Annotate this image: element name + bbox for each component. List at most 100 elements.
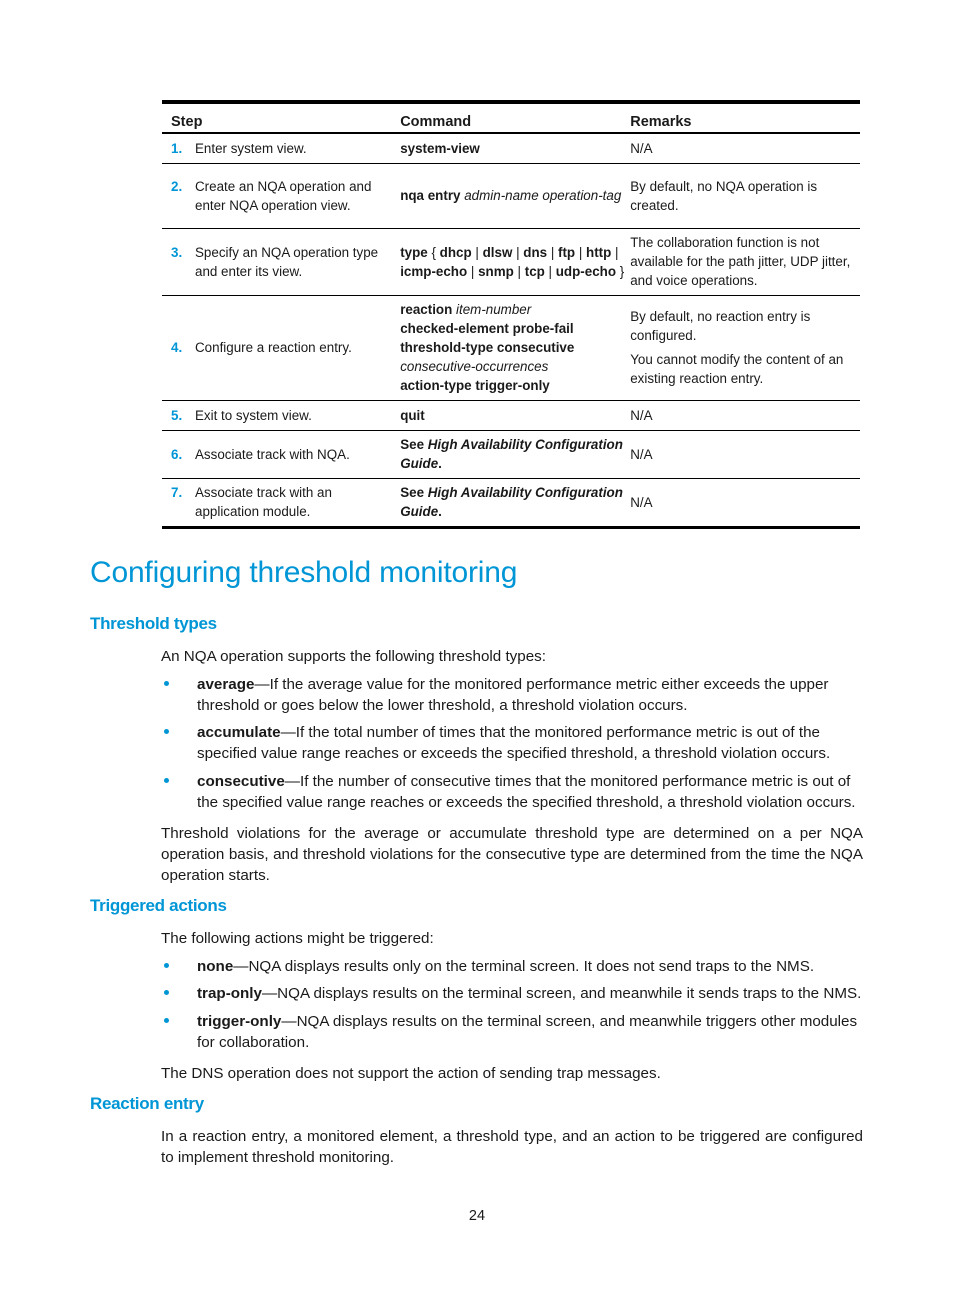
command-keyword: .: [438, 504, 442, 519]
step-cell: 7. Associate track with an application mo…: [162, 478, 400, 527]
step-description: Specify an NQA operation type and enter …: [195, 244, 379, 279]
step-description: Enter system view.: [195, 140, 307, 156]
term: accumulate: [197, 724, 281, 741]
command-cell: type { dhcp | dlsw | dns | ftp | http | …: [400, 228, 631, 296]
command-cell: See High Availability Configuration Guid…: [400, 478, 630, 527]
command-separator: |: [471, 244, 483, 260]
section-title: Configuring threshold monitoring: [90, 556, 518, 589]
step-cell: 5. Exit to system view.: [162, 400, 401, 431]
command-keyword: quit: [400, 407, 425, 423]
command-keyword: snmp: [478, 263, 514, 279]
table-row: 4. Configure a reaction entry. reaction it…: [162, 295, 860, 401]
remarks-cell: N/A: [630, 400, 860, 431]
bullet-icon: [161, 722, 197, 764]
threshold-types-note: Threshold violations for the average or …: [161, 825, 863, 884]
step-number: 5.: [171, 407, 183, 423]
command-keyword: system-view: [400, 140, 480, 156]
command-keyword: tcp: [524, 263, 545, 279]
table-row: 2. Create an NQA operation and enter NQA …: [162, 163, 860, 229]
reaction-entry-text: In a reaction entry, a monitored element…: [161, 1128, 863, 1166]
step-number: 4.: [171, 340, 183, 355]
command-keyword: action-type trigger-only: [400, 378, 550, 393]
config-steps-table: Step Command Remarks 1. Enter system view…: [162, 100, 860, 529]
command-separator: |: [513, 263, 525, 279]
table-body: 1. Enter system view. system-view N/A 2. Crea…: [162, 133, 860, 527]
command-keyword: .: [438, 456, 442, 471]
remark-text: By default, no reaction entry is configu…: [630, 309, 811, 343]
table-row: 5. Exit to system view. quit N/A: [162, 400, 860, 431]
bullet-icon: [161, 956, 197, 977]
command-separator: }: [616, 263, 625, 279]
step-description: Configure a reaction entry.: [195, 340, 352, 355]
triggered-actions-intro: The following actions might be triggered…: [161, 930, 434, 947]
remark-text: By default, no NQA operation is created.: [630, 178, 818, 213]
command-keyword: http: [586, 244, 612, 260]
command-keyword: High Availability Configuration Guide: [400, 485, 623, 519]
command-keyword: dhcp: [439, 244, 472, 260]
header-remarks: Remarks: [630, 102, 860, 134]
bullet-icon: [161, 674, 197, 716]
remark-text: The collaboration function is not availa…: [630, 235, 851, 288]
header-command: Command: [400, 102, 631, 134]
command-keyword: High Availability Configuration Guide: [400, 437, 623, 471]
remarks-cell: The collaboration function is not availa…: [630, 228, 860, 296]
command-cell: See High Availability Configuration Guid…: [400, 430, 631, 479]
list-item: none—NQA displays results only on the te…: [161, 956, 863, 977]
step-number: 2.: [171, 178, 183, 194]
term: trigger-only: [197, 1013, 282, 1030]
step-cell: 4. Configure a reaction entry.: [162, 295, 401, 401]
step-number: 6.: [171, 446, 183, 462]
list-item: consecutive—If the number of consecutive…: [161, 771, 863, 813]
term: trap-only: [197, 985, 262, 1002]
bullet-icon: [161, 983, 197, 1004]
remarks-cell: N/A: [630, 430, 860, 479]
command-cell: nqa entry admin-name operation-tag: [400, 163, 631, 229]
step-cell: 1. Enter system view.: [162, 133, 401, 164]
list-item: average—If the average value for the mon…: [161, 674, 863, 716]
command-separator: |: [611, 244, 619, 260]
command-separator: |: [512, 244, 524, 260]
threshold-types-intro: An NQA operation supports the following …: [161, 648, 546, 665]
command-separator: |: [575, 244, 587, 260]
list-item: trap-only—NQA displays results on the te…: [161, 983, 863, 1004]
description: —If the number of consecutive times that…: [197, 773, 856, 811]
command-keyword: ftp: [558, 244, 576, 260]
remark-text: N/A: [630, 446, 653, 462]
remarks-cell: By default, no reaction entry is configu…: [630, 295, 860, 401]
command-keyword: type: [400, 244, 428, 260]
term: none: [197, 958, 234, 975]
command-argument: consecutive-occurrences: [400, 359, 549, 374]
term: average: [197, 676, 255, 693]
command-keyword: dlsw: [482, 244, 513, 260]
command-keyword: See: [400, 437, 428, 452]
description: —NQA displays results on the terminal sc…: [197, 1013, 858, 1051]
command-keyword: See: [400, 485, 428, 500]
page-number: 24: [468, 1208, 486, 1224]
table-row: 6. Associate track with NQA. See High Avai…: [162, 430, 860, 479]
description: —If the total number of times that the m…: [197, 724, 831, 762]
command-separator: {: [427, 244, 440, 260]
remarks-cell: By default, no NQA operation is created.: [630, 163, 860, 229]
list-item: trigger-only—NQA displays results on the…: [161, 1011, 863, 1053]
remark-text: You cannot modify the content of an exis…: [630, 352, 844, 386]
command-keyword: checked-element probe-fail: [400, 321, 574, 336]
list-item: accumulate—If the total number of times …: [161, 722, 863, 764]
command-keyword: threshold-type consecutive: [400, 340, 575, 355]
command-argument: item-number: [456, 302, 532, 317]
heading-threshold-types: Threshold types: [90, 614, 217, 633]
heading-reaction-entry: Reaction entry: [90, 1094, 204, 1113]
triggered-actions-note: The DNS operation does not support the a…: [161, 1065, 661, 1082]
command-separator: |: [547, 244, 559, 260]
command-argument: admin-name operation-tag: [464, 188, 622, 203]
remarks-cell: N/A: [630, 478, 860, 527]
step-description: Exit to system view.: [195, 407, 312, 423]
step-cell: 2. Create an NQA operation and enter NQA …: [162, 163, 401, 229]
command-cell: reaction item-number checked-element prob…: [400, 295, 631, 401]
table-row: 1. Enter system view. system-view N/A: [162, 133, 860, 164]
table-row: 3. Specify an NQA operation type and ente…: [162, 228, 860, 296]
step-description: Associate track with an application modu…: [195, 485, 332, 519]
description: —If the average value for the monitored …: [197, 676, 829, 714]
command-keyword: reaction: [400, 302, 453, 317]
bullet-icon: [161, 1011, 197, 1053]
table-header-row: Step Command Remarks: [162, 102, 860, 134]
